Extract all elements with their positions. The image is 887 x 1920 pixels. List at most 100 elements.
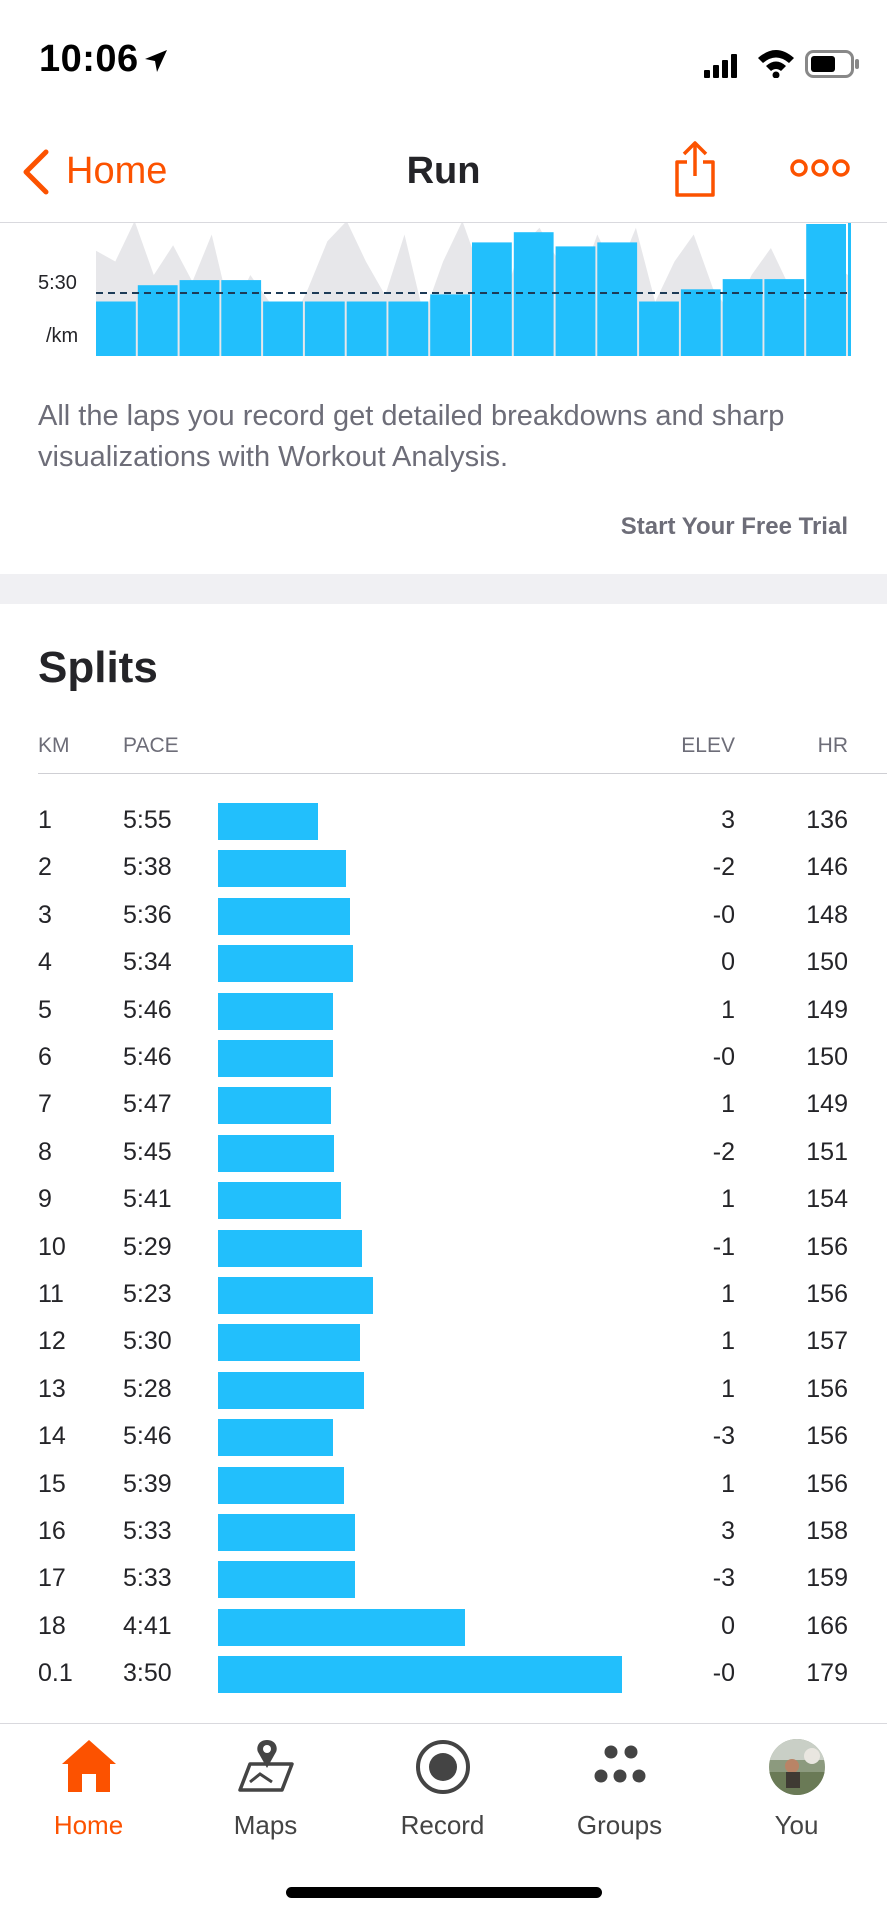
lap-bar[interactable]	[263, 301, 303, 357]
split-pace: 5:55	[123, 806, 172, 834]
lap-bar[interactable]	[137, 285, 178, 356]
home-icon	[61, 1740, 116, 1792]
tab-maps[interactable]: Maps	[177, 1724, 354, 1844]
split-pace-bar	[218, 1040, 333, 1077]
split-elev: -2	[712, 853, 735, 882]
lap-bar[interactable]	[221, 280, 262, 356]
table-row: 18 4:41 0 166	[0, 1604, 887, 1651]
split-pace-bar	[218, 992, 333, 1030]
split-pace-bar	[218, 945, 354, 983]
tab-record-label: Record	[400, 1810, 485, 1840]
split-km: 12	[38, 1327, 66, 1356]
split-hr: 156	[806, 1374, 848, 1403]
split-pace-bar	[218, 1277, 374, 1314]
lap-bar[interactable]	[555, 246, 596, 356]
split-elev: 1	[721, 1327, 735, 1356]
wifi-icon	[758, 50, 794, 78]
split-km: 2	[38, 853, 52, 882]
split-hr: 166	[806, 1611, 848, 1640]
table-row: 16 5:33 3 158	[0, 1509, 887, 1556]
lap-bar[interactable]	[96, 301, 136, 357]
lap-bar[interactable]	[388, 301, 429, 357]
split-hr: 150	[806, 1043, 848, 1071]
split-elev: 3	[721, 806, 735, 834]
split-elev: -3	[712, 1422, 735, 1451]
table-row: 0.1 3:50 -0 179	[0, 1651, 887, 1698]
split-km: 15	[38, 1469, 66, 1498]
table-row: 1 5:55 3 136	[0, 798, 887, 845]
split-km: 14	[38, 1422, 66, 1451]
split-pace: 5:46	[123, 1422, 172, 1451]
split-pace-bar	[218, 1324, 361, 1362]
chart-right-edge	[848, 223, 851, 356]
split-pace-bar	[218, 803, 318, 840]
lap-bar[interactable]	[639, 301, 679, 357]
more-icon[interactable]	[790, 158, 850, 178]
header-hr: HR	[817, 734, 848, 757]
lap-bar[interactable]	[597, 242, 638, 356]
split-km: 11	[38, 1280, 64, 1308]
split-pace-bar	[218, 1134, 335, 1172]
split-elev: -3	[712, 1564, 735, 1593]
table-row: 10 5:29 -1 156	[0, 1225, 887, 1272]
lap-bar[interactable]	[764, 279, 805, 356]
split-elev: -0	[712, 1659, 735, 1688]
table-row: 11 5:23 1 156	[0, 1272, 887, 1319]
tab-you-label: You	[774, 1810, 819, 1840]
split-km: 3	[38, 900, 52, 929]
split-km: 8	[38, 1137, 52, 1166]
lap-bar[interactable]	[179, 280, 220, 356]
split-elev: 1	[721, 1090, 735, 1119]
table-row: 2 5:38 -2 146	[0, 845, 887, 892]
tab-you[interactable]: You	[708, 1724, 885, 1844]
split-hr: 149	[806, 995, 848, 1024]
split-elev: 1	[721, 1280, 735, 1308]
table-row: 4 5:34 0 150	[0, 940, 887, 987]
split-pace: 5:29	[123, 1232, 172, 1261]
activity-page: 10:06 Home Run 5:30 /km All the laps you…	[0, 0, 887, 1920]
lap-bar[interactable]	[304, 301, 345, 357]
split-pace: 4:41	[123, 1611, 172, 1640]
split-pace: 5:41	[123, 1185, 172, 1214]
split-hr: 150	[806, 948, 848, 977]
table-row: 14 5:46 -3 156	[0, 1414, 887, 1461]
split-pace: 5:47	[123, 1090, 172, 1119]
split-hr: 148	[806, 900, 848, 929]
split-pace-bar	[218, 1514, 355, 1551]
split-elev: -1	[712, 1232, 735, 1261]
split-km: 1	[38, 806, 52, 834]
splits-title: Splits	[38, 643, 158, 692]
split-elev: 3	[721, 1517, 735, 1545]
tab-record[interactable]: Record	[354, 1724, 531, 1844]
free-trial-link[interactable]: Start Your Free Trial	[621, 513, 848, 541]
lap-bar[interactable]	[680, 289, 721, 356]
home-indicator	[286, 1887, 602, 1898]
split-km: 18	[38, 1611, 66, 1640]
status-time: 10:06	[39, 38, 139, 80]
table-row: 15 5:39 1 156	[0, 1462, 887, 1509]
lap-bar[interactable]	[472, 242, 512, 356]
lap-bar[interactable]	[430, 294, 470, 356]
split-pace: 5:30	[123, 1327, 172, 1356]
table-row: 17 5:33 -3 159	[0, 1556, 887, 1603]
split-pace-bar	[218, 850, 347, 888]
split-elev: 1	[721, 1374, 735, 1403]
lap-bar[interactable]	[346, 301, 387, 357]
split-pace-bar	[218, 897, 350, 935]
header-km: KM	[38, 734, 70, 757]
split-pace: 5:33	[123, 1517, 172, 1545]
battery-icon	[805, 50, 859, 78]
tab-home[interactable]: Home	[0, 1724, 177, 1844]
lap-bar[interactable]	[722, 279, 763, 356]
tab-groups[interactable]: Groups	[531, 1724, 708, 1844]
split-pace: 5:46	[123, 1043, 172, 1071]
split-pace: 5:38	[123, 853, 172, 882]
split-hr: 156	[806, 1469, 848, 1498]
share-icon[interactable]	[672, 140, 718, 198]
maps-icon	[237, 1740, 294, 1792]
split-pace-bar	[218, 1182, 341, 1220]
split-pace: 5:28	[123, 1374, 172, 1403]
lap-bar[interactable]	[806, 224, 846, 356]
split-hr: 149	[806, 1090, 848, 1119]
lap-bar[interactable]	[513, 232, 554, 356]
